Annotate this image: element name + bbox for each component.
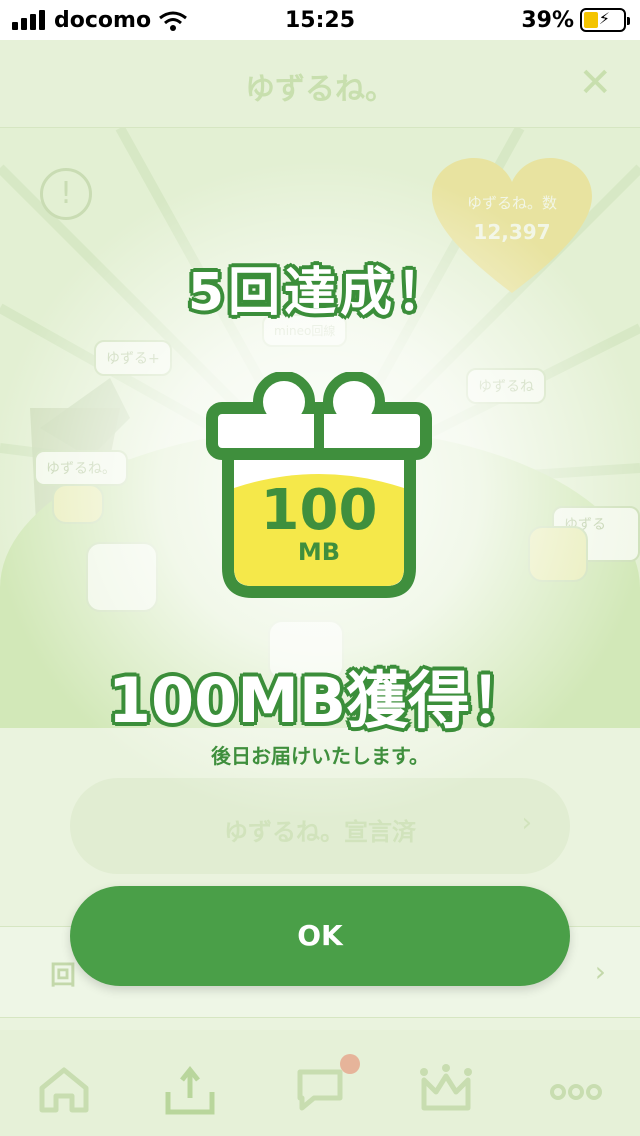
heart-label: ゆずるね。数: [466, 194, 557, 212]
charging-bolt-icon: ⚡: [598, 9, 610, 28]
gift-box-icon: 100 MB: [206, 371, 432, 598]
ok-button[interactable]: OK: [70, 886, 570, 986]
declare-button[interactable]: ゆずるね。宣言済 ›: [70, 778, 570, 874]
chevron-right-icon: ›: [594, 955, 606, 988]
tab-home[interactable]: [32, 1058, 96, 1122]
car-illustration: [52, 484, 104, 524]
speech-bubble: ゆずる+: [94, 340, 172, 376]
car-illustration: [528, 526, 588, 582]
delivery-note: 後日お届けいたします。: [211, 744, 429, 768]
crown-icon: [420, 1064, 472, 1111]
status-bar: docomo 15:25 39% ⚡: [0, 0, 640, 40]
car-illustration: [86, 542, 158, 612]
heart-count: 12,397: [473, 220, 551, 244]
page-title: ゆずるね。: [245, 72, 395, 107]
achievement-title: 5回達成！: [187, 263, 453, 323]
speech-bubble: ゆずるね: [466, 368, 546, 404]
notification-dot: [340, 1054, 360, 1074]
gift-amount: 100: [260, 478, 378, 543]
reward-title: 100MB獲得！: [107, 664, 533, 737]
tab-ranking[interactable]: [414, 1058, 478, 1122]
upload-tray-icon: [165, 1065, 215, 1115]
close-icon[interactable]: ✕: [578, 60, 612, 106]
list-row-label: 回: [50, 961, 77, 991]
battery-percent: 39%: [521, 8, 574, 33]
tab-more[interactable]: [544, 1058, 608, 1122]
chevron-right-icon: ›: [521, 808, 532, 838]
home-icon: [39, 1067, 89, 1113]
tab-bar: [0, 1030, 640, 1136]
declare-button-label: ゆずるね。宣言済: [224, 818, 416, 846]
more-icon: [550, 1084, 602, 1100]
gift-unit: MB: [297, 538, 341, 566]
speech-bubble: ゆずるね。: [34, 450, 128, 486]
tab-yuzurune[interactable]: [158, 1058, 222, 1122]
alert-icon: !: [40, 168, 92, 220]
app-header: ゆずるね。 ✕: [0, 40, 640, 128]
